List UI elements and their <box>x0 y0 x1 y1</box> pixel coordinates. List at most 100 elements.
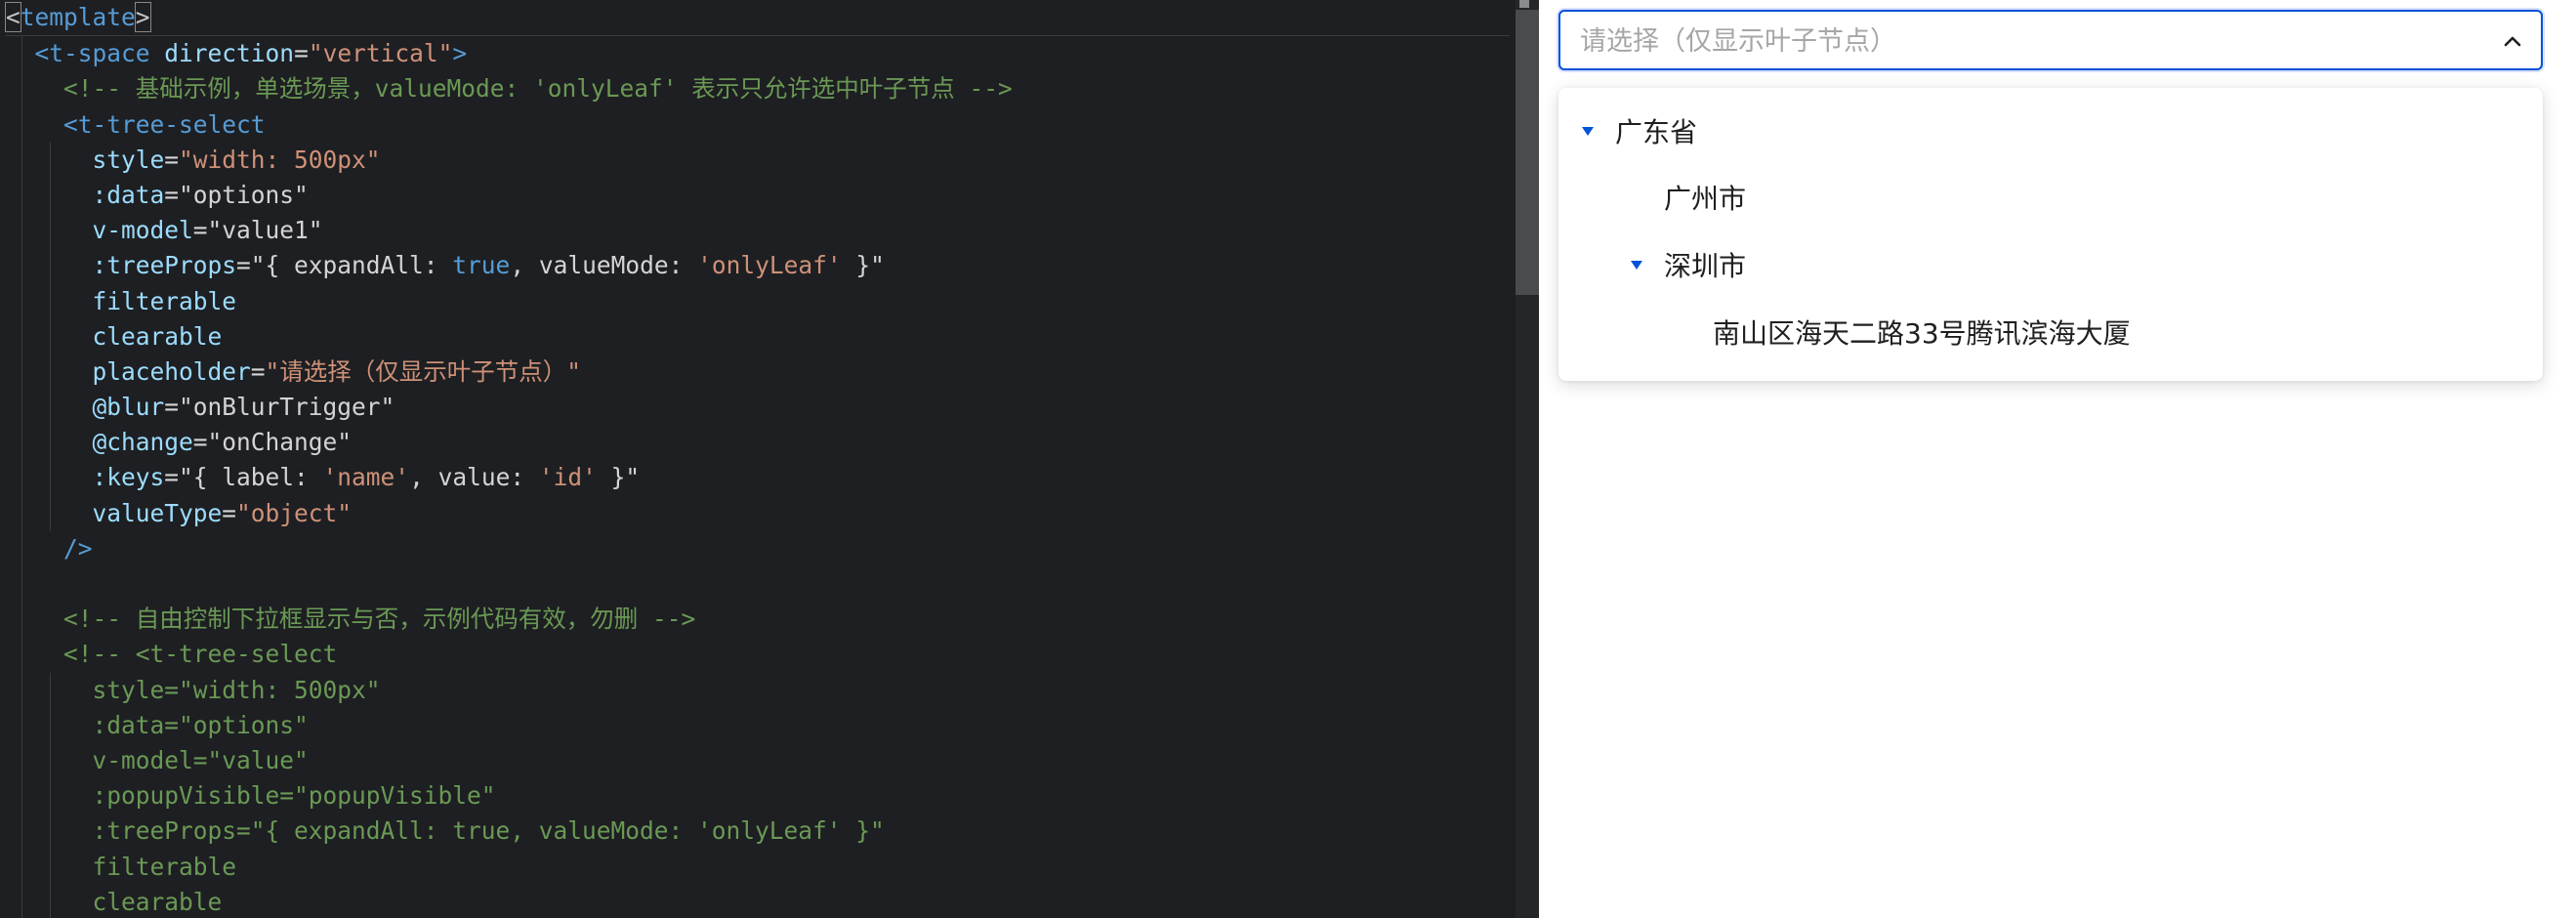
indent-guide <box>50 672 51 708</box>
indent-guide <box>21 213 22 249</box>
code-token: :data="options" <box>92 710 309 739</box>
tree-select-input-box[interactable] <box>1558 10 2543 70</box>
indent-guide <box>21 814 22 850</box>
code-line: style="width: 500px" <box>6 672 1510 708</box>
code-token: @change <box>92 428 193 457</box>
indent-guide <box>50 425 51 461</box>
code-token: <!-- <t-tree-select <box>63 640 338 669</box>
code-token: }" <box>596 463 641 492</box>
code-token: ="{ label: <box>164 463 323 492</box>
indent-guide <box>21 602 22 638</box>
code-token: filterable <box>92 852 237 881</box>
tree-select-search-input[interactable] <box>1578 22 2461 60</box>
code-token: "vertical" <box>308 39 453 68</box>
code-token: 'name' <box>322 463 410 492</box>
indent-guide <box>21 637 22 673</box>
code-token: <t-tree-select <box>63 109 266 139</box>
indent-guide <box>21 106 22 143</box>
code-token: }" <box>841 251 885 280</box>
code-token: <!-- 基础示例，单选场景，valueMode: 'onlyLeaf' 表示只… <box>63 74 1013 104</box>
code-token: ="{ expandAll: <box>236 251 453 280</box>
scrollbar-thumb[interactable] <box>1516 10 1539 295</box>
code-token: ="onChange" <box>192 428 353 457</box>
code-line: clearable <box>6 318 1510 355</box>
code-line: style="width: 500px" <box>6 142 1510 178</box>
code-token: placeholder <box>92 356 251 386</box>
code-token: :treeProps <box>92 251 237 280</box>
code-token: ="onBlurTrigger" <box>164 393 395 422</box>
code-token: , valueMode: <box>510 251 698 280</box>
code-token: > <box>452 39 468 68</box>
code-content[interactable]: <template> <t-space direction="vertical"… <box>5 0 1510 918</box>
code-token: > <box>134 2 151 32</box>
indent-guide <box>50 849 51 885</box>
tree-node-guangdong[interactable]: 广东省 <box>1615 111 1697 154</box>
code-token: ="options" <box>164 180 309 209</box>
code-token: = <box>222 498 237 527</box>
indent-guide <box>21 142 22 178</box>
indent-guide <box>21 530 22 566</box>
indent-guide <box>50 778 51 814</box>
indent-guide <box>50 213 51 249</box>
code-editor[interactable]: <template> <t-space direction="vertical"… <box>0 0 1539 918</box>
code-line: valueType="object" <box>6 495 1510 531</box>
indent-guide <box>21 707 22 743</box>
code-token: 'id' <box>538 463 597 492</box>
tree-node-guangzhou[interactable]: 广州市 <box>1664 178 1746 221</box>
indent-guide <box>50 884 51 918</box>
indent-guide <box>50 177 51 214</box>
indent-guide <box>50 248 51 284</box>
indent-guide <box>21 778 22 814</box>
code-token: v-model <box>92 216 193 245</box>
code-token: v-model="value" <box>92 745 309 774</box>
chevron-up-icon[interactable] <box>2502 30 2523 52</box>
indent-guide <box>50 318 51 355</box>
indent-guide <box>21 566 22 603</box>
code-token: :popupVisible="popupVisible" <box>92 781 496 811</box>
code-token: valueType <box>92 498 223 527</box>
code-token: :treeProps="{ expandAll: true, valueMode… <box>92 816 885 846</box>
tree-select-dropdown: 广东省 广州市 深圳市 南山区海天二路33号腾讯滨海大厦 <box>1558 88 2543 381</box>
code-line: v-model="value" <box>6 742 1510 779</box>
indent-guide <box>21 672 22 708</box>
tree-node-shenzhen[interactable]: 深圳市 <box>1664 245 1746 288</box>
indent-guide <box>21 425 22 461</box>
tree-node-nanshan-address[interactable]: 南山区海天二路33号腾讯滨海大厦 <box>1713 313 2131 355</box>
indent-guide <box>21 318 22 355</box>
code-line: placeholder="请选择（仅显示叶子节点）" <box>6 354 1510 391</box>
indent-guide <box>21 71 22 107</box>
code-token: style <box>92 145 165 174</box>
indent-guide <box>21 36 22 72</box>
code-line: <template> <box>5 0 1510 37</box>
indent-guide <box>21 742 22 779</box>
code-token: 'onlyLeaf' <box>697 251 842 280</box>
code-token: ="value1" <box>192 216 323 245</box>
code-line: v-model="value1" <box>6 213 1510 249</box>
code-token: template <box>20 3 136 31</box>
indent-guide <box>21 460 22 496</box>
editor-scrollbar[interactable] <box>1516 0 1539 918</box>
expand-caret-icon[interactable] <box>1582 127 1594 136</box>
code-token: = <box>164 145 180 174</box>
code-line: :keys="{ label: 'name', value: 'id' }" <box>6 460 1510 496</box>
code-line: <!-- 基础示例，单选场景，valueMode: 'onlyLeaf' 表示只… <box>6 71 1510 107</box>
expand-caret-icon[interactable] <box>1631 261 1642 270</box>
code-line: :popupVisible="popupVisible" <box>6 778 1510 814</box>
scrollbar-marker <box>1519 0 1529 8</box>
indent-guide <box>21 390 22 426</box>
code-line: clearable <box>6 884 1510 918</box>
indent-guide <box>50 390 51 426</box>
code-line <box>6 566 1510 603</box>
code-line: /> <box>6 530 1510 566</box>
indent-guide <box>21 849 22 885</box>
code-token: , value: <box>409 463 539 492</box>
code-line: :treeProps="{ expandAll: true, valueMode… <box>6 248 1510 284</box>
code-token: :data <box>92 180 165 209</box>
indent-guide <box>21 177 22 214</box>
code-line: <t-tree-select <box>6 106 1510 143</box>
code-token: @blur <box>92 393 165 422</box>
